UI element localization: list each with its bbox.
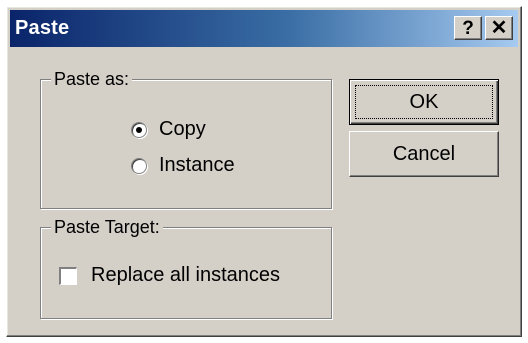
replace-all-instances-label[interactable]: Replace all instances: [91, 264, 280, 287]
window-title: Paste: [15, 17, 70, 39]
radio-instance-indicator[interactable]: [131, 157, 147, 174]
close-icon: ✕: [490, 16, 508, 39]
paste-as-label: Paste as:: [51, 68, 133, 90]
radio-instance-label[interactable]: Instance: [159, 154, 235, 177]
close-button[interactable]: ✕: [485, 16, 513, 40]
paste-as-group: Paste as: Copy Instance: [40, 68, 332, 209]
radio-instance[interactable]: Instance: [131, 154, 235, 177]
cancel-button[interactable]: Cancel: [349, 131, 499, 177]
paste-target-label: Paste Target:: [51, 216, 163, 238]
paste-dialog: Paste ? ✕ Paste as: Copy Instance Paste …: [6, 6, 522, 337]
paste-target-group: Paste Target: Replace all instances: [40, 216, 332, 319]
radio-copy-indicator[interactable]: [131, 121, 147, 138]
cancel-button-label: Cancel: [392, 142, 456, 165]
ok-button[interactable]: OK: [349, 79, 499, 125]
checkbox-box[interactable]: [59, 266, 77, 285]
title-bar[interactable]: Paste ? ✕: [10, 10, 518, 47]
radio-copy[interactable]: Copy: [131, 118, 206, 141]
help-button[interactable]: ?: [454, 16, 482, 40]
replace-all-instances-checkbox[interactable]: Replace all instances: [59, 264, 280, 287]
focus-rectangle: [355, 85, 493, 119]
radio-copy-label[interactable]: Copy: [159, 118, 206, 141]
